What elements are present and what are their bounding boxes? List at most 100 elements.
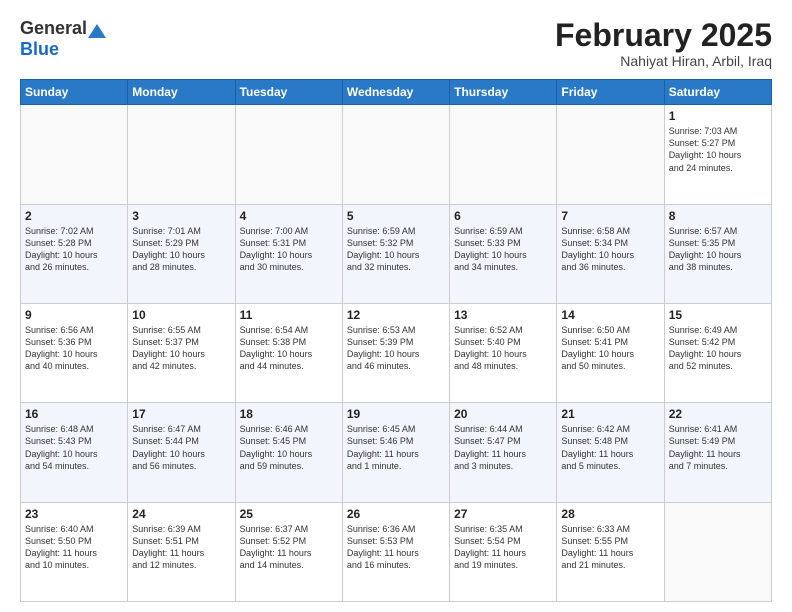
- day-number: 25: [240, 507, 338, 521]
- calendar-cell: 9 Sunrise: 6:56 AM Sunset: 5:36 PM Daylig…: [21, 303, 128, 402]
- day-info: Sunrise: 6:50 AM Sunset: 5:41 PM Dayligh…: [561, 324, 659, 373]
- calendar-cell: 22 Sunrise: 6:41 AM Sunset: 5:49 PM Dayli…: [664, 403, 771, 502]
- day-number: 9: [25, 308, 123, 322]
- day-info: Sunrise: 6:37 AM Sunset: 5:52 PM Dayligh…: [240, 523, 338, 572]
- day-info: Sunrise: 6:33 AM Sunset: 5:55 PM Dayligh…: [561, 523, 659, 572]
- calendar-cell: [128, 105, 235, 204]
- day-number: 8: [669, 209, 767, 223]
- calendar-cell: [664, 502, 771, 601]
- day-number: 22: [669, 407, 767, 421]
- day-info: Sunrise: 7:02 AM Sunset: 5:28 PM Dayligh…: [25, 225, 123, 274]
- day-number: 26: [347, 507, 445, 521]
- day-info: Sunrise: 6:36 AM Sunset: 5:53 PM Dayligh…: [347, 523, 445, 572]
- logo: General Blue: [20, 18, 106, 60]
- calendar-cell: 8 Sunrise: 6:57 AM Sunset: 5:35 PM Daylig…: [664, 204, 771, 303]
- day-number: 6: [454, 209, 552, 223]
- day-info: Sunrise: 6:39 AM Sunset: 5:51 PM Dayligh…: [132, 523, 230, 572]
- day-info: Sunrise: 6:54 AM Sunset: 5:38 PM Dayligh…: [240, 324, 338, 373]
- calendar-cell: 26 Sunrise: 6:36 AM Sunset: 5:53 PM Dayli…: [342, 502, 449, 601]
- day-header-wednesday: Wednesday: [342, 80, 449, 105]
- day-info: Sunrise: 6:35 AM Sunset: 5:54 PM Dayligh…: [454, 523, 552, 572]
- week-row: 1 Sunrise: 7:03 AM Sunset: 5:27 PM Daylig…: [21, 105, 772, 204]
- day-number: 11: [240, 308, 338, 322]
- calendar-cell: 23Sunrise: 6:40 AM Sunset: 5:50 PM Dayli…: [21, 502, 128, 601]
- day-number: 20: [454, 407, 552, 421]
- day-info: Sunrise: 6:59 AM Sunset: 5:32 PM Dayligh…: [347, 225, 445, 274]
- calendar: SundayMondayTuesdayWednesdayThursdayFrid…: [20, 79, 772, 602]
- calendar-header-row: SundayMondayTuesdayWednesdayThursdayFrid…: [21, 80, 772, 105]
- month-title: February 2025: [555, 18, 772, 53]
- calendar-cell: 3 Sunrise: 7:01 AM Sunset: 5:29 PM Daylig…: [128, 204, 235, 303]
- calendar-cell: 10Sunrise: 6:55 AM Sunset: 5:37 PM Dayli…: [128, 303, 235, 402]
- day-header-thursday: Thursday: [450, 80, 557, 105]
- calendar-cell: 12 Sunrise: 6:53 AM Sunset: 5:39 PM Dayli…: [342, 303, 449, 402]
- day-number: 21: [561, 407, 659, 421]
- week-row: 16 Sunrise: 6:48 AM Sunset: 5:43 PM Dayli…: [21, 403, 772, 502]
- header: General Blue February 2025 Nahiyat Hiran…: [20, 18, 772, 69]
- day-number: 16: [25, 407, 123, 421]
- day-number: 7: [561, 209, 659, 223]
- logo-icon: [88, 22, 106, 36]
- calendar-cell: 19Sunrise: 6:45 AM Sunset: 5:46 PM Dayli…: [342, 403, 449, 502]
- calendar-cell: 11 Sunrise: 6:54 AM Sunset: 5:38 PM Dayli…: [235, 303, 342, 402]
- calendar-cell: 18Sunrise: 6:46 AM Sunset: 5:45 PM Dayli…: [235, 403, 342, 502]
- calendar-cell: 6 Sunrise: 6:59 AM Sunset: 5:33 PM Daylig…: [450, 204, 557, 303]
- title-block: February 2025 Nahiyat Hiran, Arbil, Iraq: [555, 18, 772, 69]
- day-number: 19: [347, 407, 445, 421]
- week-row: 9 Sunrise: 6:56 AM Sunset: 5:36 PM Daylig…: [21, 303, 772, 402]
- calendar-cell: 24Sunrise: 6:39 AM Sunset: 5:51 PM Dayli…: [128, 502, 235, 601]
- day-info: Sunrise: 6:52 AM Sunset: 5:40 PM Dayligh…: [454, 324, 552, 373]
- logo-blue-text: Blue: [20, 39, 59, 60]
- logo-text: General: [20, 18, 106, 39]
- day-number: 3: [132, 209, 230, 223]
- day-info: Sunrise: 7:01 AM Sunset: 5:29 PM Dayligh…: [132, 225, 230, 274]
- day-info: Sunrise: 6:59 AM Sunset: 5:33 PM Dayligh…: [454, 225, 552, 274]
- calendar-cell: 14 Sunrise: 6:50 AM Sunset: 5:41 PM Dayli…: [557, 303, 664, 402]
- day-number: 13: [454, 308, 552, 322]
- calendar-cell: 13 Sunrise: 6:52 AM Sunset: 5:40 PM Dayli…: [450, 303, 557, 402]
- day-info: Sunrise: 6:55 AM Sunset: 5:37 PM Dayligh…: [132, 324, 230, 373]
- day-info: Sunrise: 6:48 AM Sunset: 5:43 PM Dayligh…: [25, 423, 123, 472]
- week-row: 2 Sunrise: 7:02 AM Sunset: 5:28 PM Daylig…: [21, 204, 772, 303]
- calendar-cell: 25 Sunrise: 6:37 AM Sunset: 5:52 PM Dayli…: [235, 502, 342, 601]
- calendar-cell: 27 Sunrise: 6:35 AM Sunset: 5:54 PM Dayli…: [450, 502, 557, 601]
- day-number: 27: [454, 507, 552, 521]
- day-number: 15: [669, 308, 767, 322]
- calendar-cell: 17 Sunrise: 6:47 AM Sunset: 5:44 PM Dayli…: [128, 403, 235, 502]
- calendar-cell: [342, 105, 449, 204]
- day-number: 12: [347, 308, 445, 322]
- day-info: Sunrise: 6:44 AM Sunset: 5:47 PM Dayligh…: [454, 423, 552, 472]
- day-number: 14: [561, 308, 659, 322]
- day-info: Sunrise: 6:49 AM Sunset: 5:42 PM Dayligh…: [669, 324, 767, 373]
- calendar-cell: [450, 105, 557, 204]
- day-info: Sunrise: 6:57 AM Sunset: 5:35 PM Dayligh…: [669, 225, 767, 274]
- calendar-cell: 20 Sunrise: 6:44 AM Sunset: 5:47 PM Dayli…: [450, 403, 557, 502]
- calendar-cell: 2 Sunrise: 7:02 AM Sunset: 5:28 PM Daylig…: [21, 204, 128, 303]
- calendar-cell: 28 Sunrise: 6:33 AM Sunset: 5:55 PM Dayli…: [557, 502, 664, 601]
- day-info: Sunrise: 6:46 AM Sunset: 5:45 PM Dayligh…: [240, 423, 338, 472]
- calendar-cell: 15 Sunrise: 6:49 AM Sunset: 5:42 PM Dayli…: [664, 303, 771, 402]
- calendar-cell: 5Sunrise: 6:59 AM Sunset: 5:32 PM Daylig…: [342, 204, 449, 303]
- day-info: Sunrise: 6:53 AM Sunset: 5:39 PM Dayligh…: [347, 324, 445, 373]
- logo-general: General: [20, 18, 87, 39]
- day-number: 1: [669, 109, 767, 123]
- day-info: Sunrise: 7:03 AM Sunset: 5:27 PM Dayligh…: [669, 125, 767, 174]
- location: Nahiyat Hiran, Arbil, Iraq: [555, 53, 772, 69]
- day-number: 28: [561, 507, 659, 521]
- day-info: Sunrise: 6:42 AM Sunset: 5:48 PM Dayligh…: [561, 423, 659, 472]
- day-number: 17: [132, 407, 230, 421]
- calendar-cell: [235, 105, 342, 204]
- calendar-cell: 1 Sunrise: 7:03 AM Sunset: 5:27 PM Daylig…: [664, 105, 771, 204]
- calendar-cell: 16 Sunrise: 6:48 AM Sunset: 5:43 PM Dayli…: [21, 403, 128, 502]
- day-number: 2: [25, 209, 123, 223]
- page: General Blue February 2025 Nahiyat Hiran…: [0, 0, 792, 612]
- day-header-tuesday: Tuesday: [235, 80, 342, 105]
- day-info: Sunrise: 6:41 AM Sunset: 5:49 PM Dayligh…: [669, 423, 767, 472]
- day-number: 23: [25, 507, 123, 521]
- day-info: Sunrise: 6:56 AM Sunset: 5:36 PM Dayligh…: [25, 324, 123, 373]
- calendar-cell: 4Sunrise: 7:00 AM Sunset: 5:31 PM Daylig…: [235, 204, 342, 303]
- day-header-sunday: Sunday: [21, 80, 128, 105]
- week-row: 23Sunrise: 6:40 AM Sunset: 5:50 PM Dayli…: [21, 502, 772, 601]
- calendar-cell: [557, 105, 664, 204]
- day-info: Sunrise: 6:47 AM Sunset: 5:44 PM Dayligh…: [132, 423, 230, 472]
